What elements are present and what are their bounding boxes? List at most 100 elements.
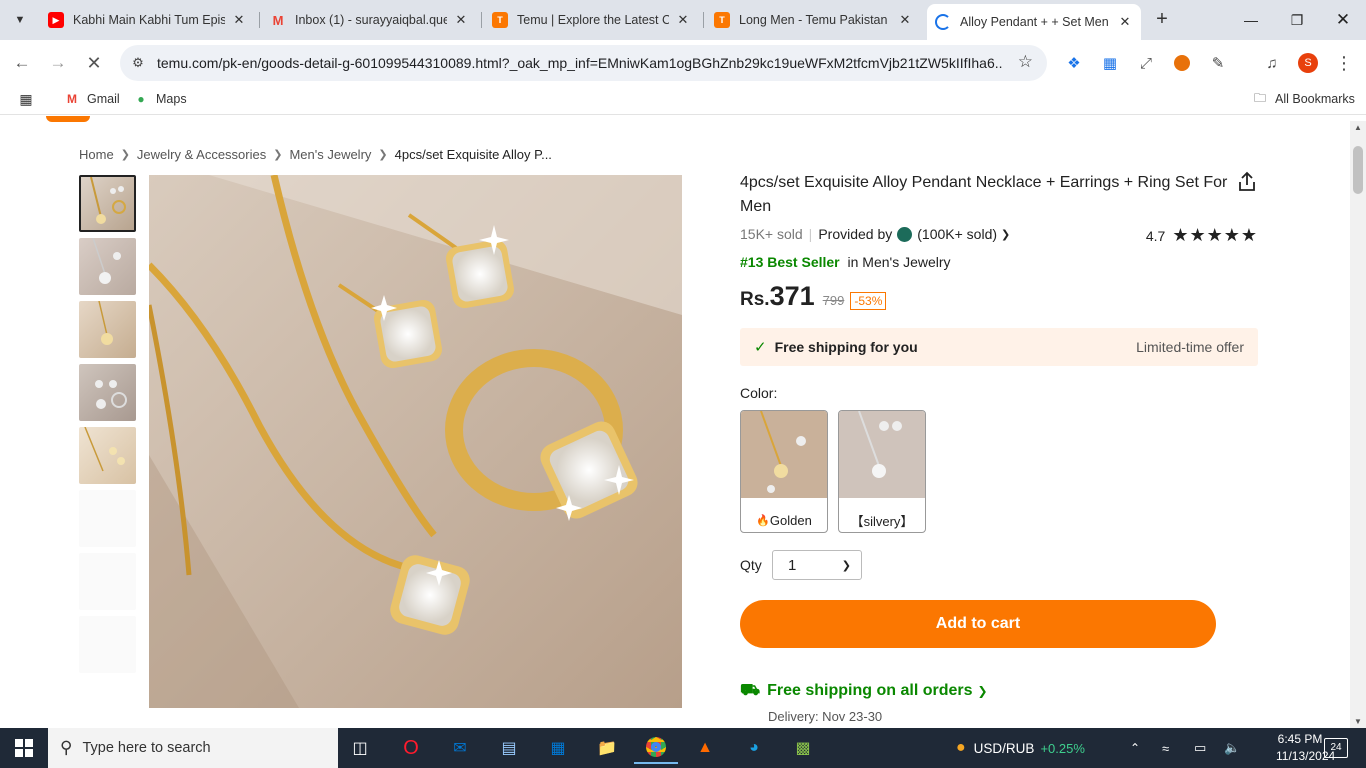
bookmark-maps[interactable]: ● Maps xyxy=(133,91,186,107)
breadcrumb-current: 4pcs/set Exquisite Alloy P... xyxy=(394,147,552,162)
hot-icon: 🔥 xyxy=(756,514,770,527)
main-product-image[interactable] xyxy=(149,175,682,708)
rating-value: 4.7 xyxy=(1145,227,1166,244)
gmail-icon: M xyxy=(272,12,284,28)
sold-count: 15K+ sold xyxy=(740,226,803,242)
app-icon[interactable]: ▩ xyxy=(781,732,825,764)
check-icon: ✓ xyxy=(754,339,767,356)
close-tab-icon[interactable]: ✕ xyxy=(897,12,913,28)
seller-avatar[interactable] xyxy=(897,226,913,242)
maps-pin-icon: ● xyxy=(137,92,145,106)
thumbnail-4[interactable] xyxy=(79,364,136,421)
chevron-up-icon[interactable]: ⌃ xyxy=(1130,728,1140,768)
windows-taskbar: ⚲ Type here to search ◫ O ✉ ▤ ▦ 📁 ▲ ◕ ▩ … xyxy=(0,728,1366,768)
thumbnail-6[interactable] xyxy=(79,490,136,547)
mail-icon[interactable]: ✉ xyxy=(438,732,482,764)
all-bookmarks[interactable]: 🗀 All Bookmarks xyxy=(1252,91,1355,107)
chevron-right-icon[interactable]: ❯ xyxy=(1001,228,1010,241)
restore-button[interactable]: ❐ xyxy=(1274,0,1320,40)
color-option-golden[interactable]: 🔥 Golden xyxy=(740,410,828,533)
app-icon[interactable]: ▲ xyxy=(683,732,727,764)
puzzle-extensions-icon[interactable]: ✎ xyxy=(1206,51,1230,75)
scrollbar-thumb[interactable] xyxy=(1353,146,1363,194)
scroll-up-icon[interactable]: ▲ xyxy=(1354,123,1362,132)
battery-icon[interactable]: ▭ xyxy=(1194,728,1206,768)
system-clock[interactable]: 6:45 PM 11/13/2024 xyxy=(1276,731,1335,765)
volume-icon[interactable]: 🔈 xyxy=(1224,728,1240,768)
store-icon[interactable]: ▦ xyxy=(536,732,580,764)
opera-icon[interactable]: O xyxy=(389,732,433,764)
thumbnail-8[interactable] xyxy=(79,616,136,673)
thumbnail-1[interactable] xyxy=(79,175,136,232)
close-tab-icon[interactable]: ✕ xyxy=(231,12,247,28)
tab-youtube[interactable]: ▶ Kabhi Main Kabhi Tum Episo ✕ xyxy=(40,4,255,36)
bookmark-star-icon[interactable]: ☆ xyxy=(1018,52,1033,72)
extension-icon[interactable]: ❖ xyxy=(1062,51,1086,75)
tab-title: Alloy Pendant + + Set Men - xyxy=(960,15,1111,29)
apps-grid-icon[interactable]: ▦ xyxy=(18,91,41,107)
breadcrumb-home[interactable]: Home xyxy=(79,147,114,162)
gmail-icon: M xyxy=(67,92,77,106)
thumbnail-2[interactable] xyxy=(79,238,136,295)
thumbnail-3[interactable] xyxy=(79,301,136,358)
tab-search-button[interactable]: ▼ xyxy=(8,8,32,32)
rating[interactable]: 4.7 ★★★★★ xyxy=(1146,225,1258,246)
limited-offer-label: Limited-time offer xyxy=(1136,339,1244,355)
currency-widget[interactable]: ● USD/RUB +0.25% xyxy=(956,728,1085,768)
rating-stars-icon: ★★★★★ xyxy=(1172,225,1258,245)
add-to-cart-button[interactable]: Add to cart xyxy=(740,600,1216,648)
minimize-button[interactable]: — xyxy=(1228,0,1274,40)
extension-icon[interactable]: ▦ xyxy=(1098,51,1122,75)
chrome-icon[interactable] xyxy=(634,732,678,764)
page-scrollbar[interactable]: ▲ ▼ xyxy=(1350,121,1366,728)
network-icon[interactable]: ≈ xyxy=(1162,728,1169,768)
bookmark-gmail[interactable]: M Gmail xyxy=(64,91,120,107)
fullscreen-icon[interactable]: ⤢ xyxy=(1134,51,1158,75)
qty-label: Qty xyxy=(740,557,762,573)
chevron-down-icon: ❯ xyxy=(841,559,851,572)
search-icon: ⚲ xyxy=(60,738,73,757)
tab-gmail[interactable]: M Inbox (1) - surayyaiqbal.que ✕ xyxy=(262,4,477,36)
tab-temu-long-men[interactable]: T Long Men - Temu Pakistan ✕ xyxy=(706,4,921,36)
tab-temu-explore[interactable]: T Temu | Explore the Latest Clo ✕ xyxy=(484,4,699,36)
seller-sold-count[interactable]: (100K+ sold) xyxy=(917,226,997,242)
forward-button[interactable]: → xyxy=(45,50,71,76)
tab-strip: ▼ ▶ Kabhi Main Kabhi Tum Episo ✕ M Inbox… xyxy=(0,0,1366,40)
scroll-down-icon[interactable]: ▼ xyxy=(1354,717,1362,726)
thumbnail-7[interactable] xyxy=(79,553,136,610)
breadcrumb-jewelry[interactable]: Jewelry & Accessories xyxy=(137,147,266,162)
temu-icon: T xyxy=(714,12,730,28)
share-icon[interactable] xyxy=(1236,171,1258,193)
stop-loading-button[interactable]: ✕ xyxy=(81,50,107,76)
app-icon[interactable]: ▤ xyxy=(487,732,531,764)
task-view-icon[interactable]: ◫ xyxy=(338,732,382,764)
delivery-estimate: Delivery: Nov 23-30 xyxy=(768,709,883,724)
taskbar-search[interactable]: ⚲ Type here to search xyxy=(48,728,338,768)
address-bar[interactable]: ⚙ temu.com/pk-en/goods-detail-g-60109954… xyxy=(120,45,1047,81)
media-control-icon[interactable]: ♫ xyxy=(1260,51,1284,75)
profile-avatar[interactable]: S xyxy=(1296,51,1320,75)
thumbnail-5[interactable] xyxy=(79,427,136,484)
close-tab-icon[interactable]: ✕ xyxy=(1117,14,1133,30)
breadcrumb-mens-jewelry[interactable]: Men's Jewelry xyxy=(289,147,371,162)
site-info-icon[interactable]: ⚙ xyxy=(126,51,150,75)
best-seller-rank[interactable]: #13 Best Seller in Men's Jewelry xyxy=(740,254,1260,270)
quantity-select[interactable]: 1 ❯ xyxy=(772,550,862,580)
menu-kebab-icon[interactable]: ⋮ xyxy=(1332,51,1356,75)
close-tab-icon[interactable]: ✕ xyxy=(453,12,469,28)
color-option-silvery[interactable]: 【silvery】 xyxy=(838,410,926,533)
back-button[interactable]: ← xyxy=(9,50,35,76)
free-shipping-all-orders[interactable]: ⛟ Free shipping on all orders ❯ xyxy=(740,681,1260,701)
new-tab-button[interactable]: + xyxy=(1150,8,1174,32)
chevron-right-icon: ❯ xyxy=(273,149,283,161)
edge-icon[interactable]: ◕ xyxy=(732,732,776,764)
notifications-button[interactable]: 24 xyxy=(1324,728,1348,768)
extension-icon[interactable] xyxy=(1170,51,1194,75)
close-window-button[interactable]: ✕ xyxy=(1320,0,1366,40)
file-explorer-icon[interactable]: 📁 xyxy=(585,732,629,764)
start-button[interactable] xyxy=(0,728,48,768)
currency-symbol: Rs. xyxy=(740,289,770,310)
close-tab-icon[interactable]: ✕ xyxy=(675,12,691,28)
url-text[interactable]: temu.com/pk-en/goods-detail-g-6010995443… xyxy=(157,55,1002,71)
tab-alloy-pendant[interactable]: Alloy Pendant + + Set Men - ✕ xyxy=(927,4,1141,40)
